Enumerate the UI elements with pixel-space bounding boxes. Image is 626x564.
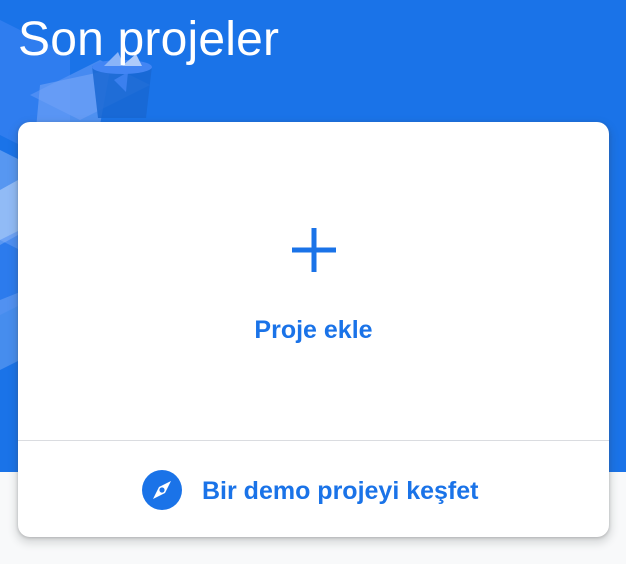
demo-project-label: Bir demo projeyi keşfet — [202, 477, 479, 505]
add-project-label: Proje ekle — [254, 316, 373, 344]
add-project-button[interactable]: Proje ekle — [18, 122, 609, 440]
plus-icon — [292, 228, 336, 272]
compass-icon — [142, 470, 182, 510]
page-title: Son projeler — [18, 13, 280, 66]
explore-demo-project-button[interactable]: Bir demo projeyi keşfet — [18, 441, 609, 537]
recent-projects-card: Proje ekle Bir demo projeyi keşfet — [18, 122, 609, 537]
